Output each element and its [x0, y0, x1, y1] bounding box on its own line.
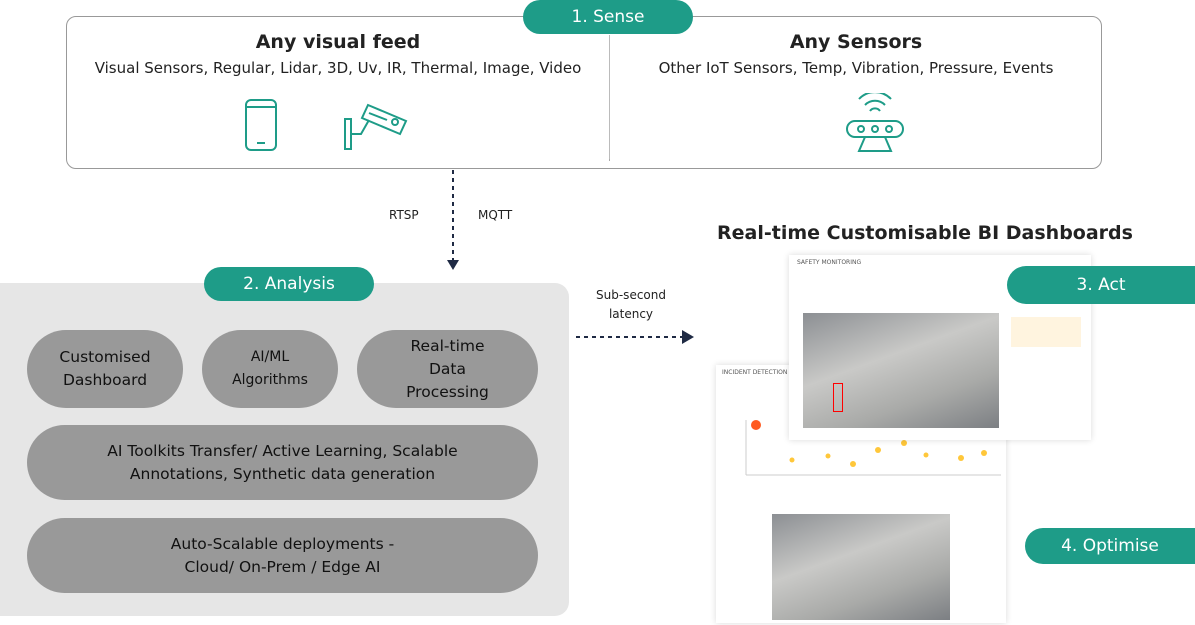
cctv-camera-icon	[344, 103, 408, 150]
latency-label: Sub-second latency	[596, 288, 666, 321]
down-arrow	[447, 170, 459, 270]
sensors-title: Any Sensors	[789, 31, 923, 53]
safety-title: SAFETY MONITORING	[797, 259, 862, 266]
camera-feed	[803, 313, 999, 428]
incident-title: INCIDENT DETECTION	[722, 369, 788, 376]
act-badge: 3. Act	[1007, 266, 1195, 304]
mqtt-label: MQTT	[478, 208, 513, 222]
analysis-badge: 2. Analysis	[204, 267, 374, 301]
alert-item	[1011, 317, 1081, 347]
visual-feed-section: Any visual feed Visual Sensors, Regular,…	[67, 31, 609, 77]
right-arrow	[576, 330, 694, 344]
analysis-item: Auto-Scalable deployments - Cloud/ On-Pr…	[27, 518, 538, 593]
analysis-item: Real-time Data Processing	[357, 330, 538, 408]
analysis-item: Customised Dashboard	[27, 330, 183, 408]
sensors-subtitle: Other IoT Sensors, Temp, Vibration, Pres…	[658, 59, 1054, 77]
analysis-item: AI Toolkits Transfer/ Active Learning, S…	[27, 425, 538, 500]
optimise-badge: 4. Optimise	[1025, 528, 1195, 564]
sensors-section: Any Sensors Other IoT Sensors, Temp, Vib…	[610, 31, 1102, 77]
iot-sensor-icon	[846, 93, 904, 152]
detection-box	[833, 383, 843, 412]
rtsp-label: RTSP	[389, 208, 419, 222]
sense-badge: 1. Sense	[523, 0, 693, 34]
sense-panel: Any visual feed Visual Sensors, Regular,…	[66, 16, 1102, 169]
dashboards-title: Real-time Customisable BI Dashboards	[717, 222, 1133, 244]
visual-feed-subtitle: Visual Sensors, Regular, Lidar, 3D, Uv, …	[94, 59, 582, 77]
visual-feed-title: Any visual feed	[255, 31, 421, 53]
analysis-item: AI/ML Algorithms	[202, 330, 338, 408]
smartphone-icon	[245, 99, 277, 151]
optimise-camera-feed	[772, 514, 950, 620]
